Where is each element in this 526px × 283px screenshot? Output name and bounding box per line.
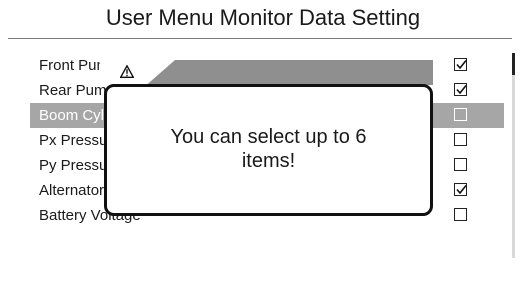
title-divider	[8, 38, 512, 39]
dialog-message-line2: items!	[241, 150, 296, 172]
checkmark-icon	[456, 185, 467, 195]
checkmark-icon	[456, 85, 467, 95]
scrollbar-thumb[interactable]	[512, 53, 515, 75]
list-item-checkbox[interactable]	[454, 133, 467, 146]
list-item-checkbox[interactable]	[454, 183, 467, 196]
warning-icon	[120, 65, 134, 78]
dialog-message-line1: You can select up to 6	[170, 126, 367, 148]
list-item-checkbox[interactable]	[454, 158, 467, 171]
list-item-checkbox[interactable]	[454, 58, 467, 71]
page-title: User Menu Monitor Data Setting	[105, 5, 421, 30]
list-item-checkbox[interactable]	[454, 83, 467, 96]
warning-dialog: You can select up to 6 items!	[104, 84, 433, 216]
dialog-message: You can select up to 6 items!	[107, 125, 430, 173]
list-item-checkbox[interactable]	[454, 108, 467, 121]
checkmark-icon	[456, 60, 467, 70]
scrollbar-track[interactable]	[512, 53, 515, 258]
list-item-checkbox[interactable]	[454, 208, 467, 221]
